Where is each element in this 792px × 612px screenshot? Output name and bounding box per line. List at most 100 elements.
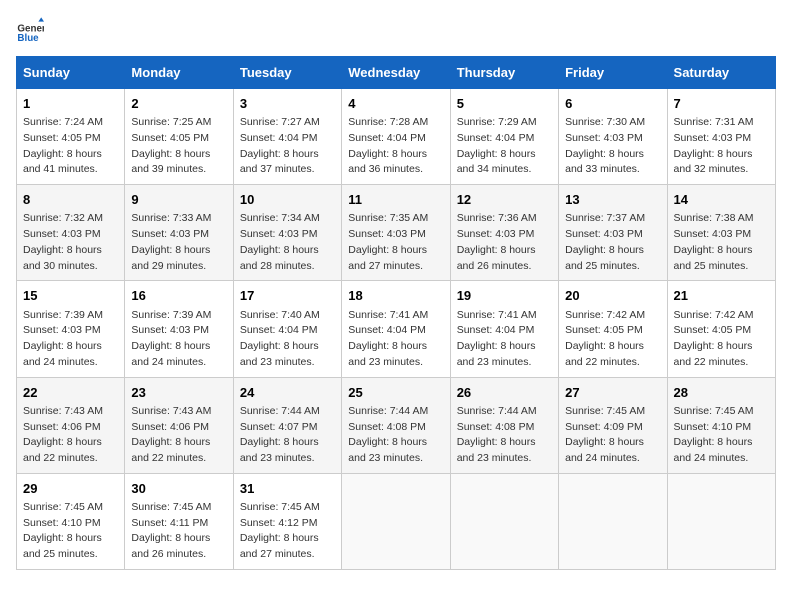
calendar-cell: 7 Sunrise: 7:31 AMSunset: 4:03 PMDayligh… [667, 89, 775, 185]
col-header-monday: Monday [125, 57, 233, 89]
day-details: Sunrise: 7:41 AMSunset: 4:04 PMDaylight:… [457, 309, 537, 368]
calendar-cell: 17 Sunrise: 7:40 AMSunset: 4:04 PMDaylig… [233, 281, 341, 377]
day-number: 2 [131, 95, 226, 113]
day-number: 11 [348, 191, 443, 209]
day-number: 8 [23, 191, 118, 209]
calendar-cell: 8 Sunrise: 7:32 AMSunset: 4:03 PMDayligh… [17, 185, 125, 281]
day-number: 19 [457, 287, 552, 305]
day-details: Sunrise: 7:33 AMSunset: 4:03 PMDaylight:… [131, 212, 211, 271]
day-details: Sunrise: 7:38 AMSunset: 4:03 PMDaylight:… [674, 212, 754, 271]
day-number: 18 [348, 287, 443, 305]
day-details: Sunrise: 7:45 AMSunset: 4:11 PMDaylight:… [131, 501, 211, 560]
calendar-week-5: 29 Sunrise: 7:45 AMSunset: 4:10 PMDaylig… [17, 473, 776, 569]
calendar-cell [342, 473, 450, 569]
calendar-cell: 28 Sunrise: 7:45 AMSunset: 4:10 PMDaylig… [667, 377, 775, 473]
calendar-cell: 12 Sunrise: 7:36 AMSunset: 4:03 PMDaylig… [450, 185, 558, 281]
logo: General Blue [16, 16, 48, 44]
calendar-table: SundayMondayTuesdayWednesdayThursdayFrid… [16, 56, 776, 570]
calendar-cell: 5 Sunrise: 7:29 AMSunset: 4:04 PMDayligh… [450, 89, 558, 185]
day-number: 13 [565, 191, 660, 209]
day-number: 6 [565, 95, 660, 113]
page-header: General Blue [16, 16, 776, 44]
day-number: 20 [565, 287, 660, 305]
col-header-sunday: Sunday [17, 57, 125, 89]
day-details: Sunrise: 7:43 AMSunset: 4:06 PMDaylight:… [23, 405, 103, 464]
calendar-cell [559, 473, 667, 569]
day-number: 3 [240, 95, 335, 113]
day-details: Sunrise: 7:32 AMSunset: 4:03 PMDaylight:… [23, 212, 103, 271]
calendar-cell: 13 Sunrise: 7:37 AMSunset: 4:03 PMDaylig… [559, 185, 667, 281]
day-details: Sunrise: 7:35 AMSunset: 4:03 PMDaylight:… [348, 212, 428, 271]
day-number: 30 [131, 480, 226, 498]
calendar-week-1: 1 Sunrise: 7:24 AMSunset: 4:05 PMDayligh… [17, 89, 776, 185]
day-number: 10 [240, 191, 335, 209]
day-number: 29 [23, 480, 118, 498]
calendar-cell: 23 Sunrise: 7:43 AMSunset: 4:06 PMDaylig… [125, 377, 233, 473]
calendar-cell: 16 Sunrise: 7:39 AMSunset: 4:03 PMDaylig… [125, 281, 233, 377]
calendar-header-row: SundayMondayTuesdayWednesdayThursdayFrid… [17, 57, 776, 89]
calendar-cell: 9 Sunrise: 7:33 AMSunset: 4:03 PMDayligh… [125, 185, 233, 281]
calendar-cell: 22 Sunrise: 7:43 AMSunset: 4:06 PMDaylig… [17, 377, 125, 473]
calendar-cell: 24 Sunrise: 7:44 AMSunset: 4:07 PMDaylig… [233, 377, 341, 473]
day-details: Sunrise: 7:37 AMSunset: 4:03 PMDaylight:… [565, 212, 645, 271]
calendar-cell: 20 Sunrise: 7:42 AMSunset: 4:05 PMDaylig… [559, 281, 667, 377]
day-details: Sunrise: 7:40 AMSunset: 4:04 PMDaylight:… [240, 309, 320, 368]
day-number: 26 [457, 384, 552, 402]
calendar-week-4: 22 Sunrise: 7:43 AMSunset: 4:06 PMDaylig… [17, 377, 776, 473]
day-details: Sunrise: 7:45 AMSunset: 4:10 PMDaylight:… [23, 501, 103, 560]
day-details: Sunrise: 7:44 AMSunset: 4:08 PMDaylight:… [457, 405, 537, 464]
calendar-cell: 18 Sunrise: 7:41 AMSunset: 4:04 PMDaylig… [342, 281, 450, 377]
day-details: Sunrise: 7:43 AMSunset: 4:06 PMDaylight:… [131, 405, 211, 464]
calendar-cell: 2 Sunrise: 7:25 AMSunset: 4:05 PMDayligh… [125, 89, 233, 185]
calendar-cell: 3 Sunrise: 7:27 AMSunset: 4:04 PMDayligh… [233, 89, 341, 185]
day-number: 5 [457, 95, 552, 113]
col-header-saturday: Saturday [667, 57, 775, 89]
day-details: Sunrise: 7:44 AMSunset: 4:07 PMDaylight:… [240, 405, 320, 464]
day-details: Sunrise: 7:45 AMSunset: 4:10 PMDaylight:… [674, 405, 754, 464]
calendar-cell [450, 473, 558, 569]
day-details: Sunrise: 7:24 AMSunset: 4:05 PMDaylight:… [23, 116, 103, 175]
day-details: Sunrise: 7:25 AMSunset: 4:05 PMDaylight:… [131, 116, 211, 175]
day-number: 25 [348, 384, 443, 402]
day-details: Sunrise: 7:29 AMSunset: 4:04 PMDaylight:… [457, 116, 537, 175]
day-number: 14 [674, 191, 769, 209]
day-number: 17 [240, 287, 335, 305]
calendar-cell: 4 Sunrise: 7:28 AMSunset: 4:04 PMDayligh… [342, 89, 450, 185]
day-number: 28 [674, 384, 769, 402]
calendar-cell: 27 Sunrise: 7:45 AMSunset: 4:09 PMDaylig… [559, 377, 667, 473]
day-details: Sunrise: 7:42 AMSunset: 4:05 PMDaylight:… [674, 309, 754, 368]
calendar-cell: 1 Sunrise: 7:24 AMSunset: 4:05 PMDayligh… [17, 89, 125, 185]
calendar-week-3: 15 Sunrise: 7:39 AMSunset: 4:03 PMDaylig… [17, 281, 776, 377]
calendar-cell: 15 Sunrise: 7:39 AMSunset: 4:03 PMDaylig… [17, 281, 125, 377]
day-number: 31 [240, 480, 335, 498]
day-details: Sunrise: 7:36 AMSunset: 4:03 PMDaylight:… [457, 212, 537, 271]
calendar-cell: 25 Sunrise: 7:44 AMSunset: 4:08 PMDaylig… [342, 377, 450, 473]
day-number: 12 [457, 191, 552, 209]
day-details: Sunrise: 7:28 AMSunset: 4:04 PMDaylight:… [348, 116, 428, 175]
day-number: 7 [674, 95, 769, 113]
calendar-cell: 31 Sunrise: 7:45 AMSunset: 4:12 PMDaylig… [233, 473, 341, 569]
svg-text:Blue: Blue [17, 33, 39, 44]
day-details: Sunrise: 7:34 AMSunset: 4:03 PMDaylight:… [240, 212, 320, 271]
day-details: Sunrise: 7:45 AMSunset: 4:09 PMDaylight:… [565, 405, 645, 464]
logo-icon: General Blue [16, 16, 44, 44]
day-number: 27 [565, 384, 660, 402]
calendar-cell: 19 Sunrise: 7:41 AMSunset: 4:04 PMDaylig… [450, 281, 558, 377]
day-number: 15 [23, 287, 118, 305]
day-number: 22 [23, 384, 118, 402]
calendar-cell: 26 Sunrise: 7:44 AMSunset: 4:08 PMDaylig… [450, 377, 558, 473]
day-details: Sunrise: 7:42 AMSunset: 4:05 PMDaylight:… [565, 309, 645, 368]
calendar-cell: 21 Sunrise: 7:42 AMSunset: 4:05 PMDaylig… [667, 281, 775, 377]
calendar-cell: 11 Sunrise: 7:35 AMSunset: 4:03 PMDaylig… [342, 185, 450, 281]
day-number: 4 [348, 95, 443, 113]
calendar-cell: 29 Sunrise: 7:45 AMSunset: 4:10 PMDaylig… [17, 473, 125, 569]
col-header-friday: Friday [559, 57, 667, 89]
day-number: 21 [674, 287, 769, 305]
calendar-cell: 10 Sunrise: 7:34 AMSunset: 4:03 PMDaylig… [233, 185, 341, 281]
calendar-cell: 6 Sunrise: 7:30 AMSunset: 4:03 PMDayligh… [559, 89, 667, 185]
day-number: 23 [131, 384, 226, 402]
calendar-cell: 14 Sunrise: 7:38 AMSunset: 4:03 PMDaylig… [667, 185, 775, 281]
day-details: Sunrise: 7:39 AMSunset: 4:03 PMDaylight:… [131, 309, 211, 368]
day-details: Sunrise: 7:44 AMSunset: 4:08 PMDaylight:… [348, 405, 428, 464]
calendar-cell: 30 Sunrise: 7:45 AMSunset: 4:11 PMDaylig… [125, 473, 233, 569]
